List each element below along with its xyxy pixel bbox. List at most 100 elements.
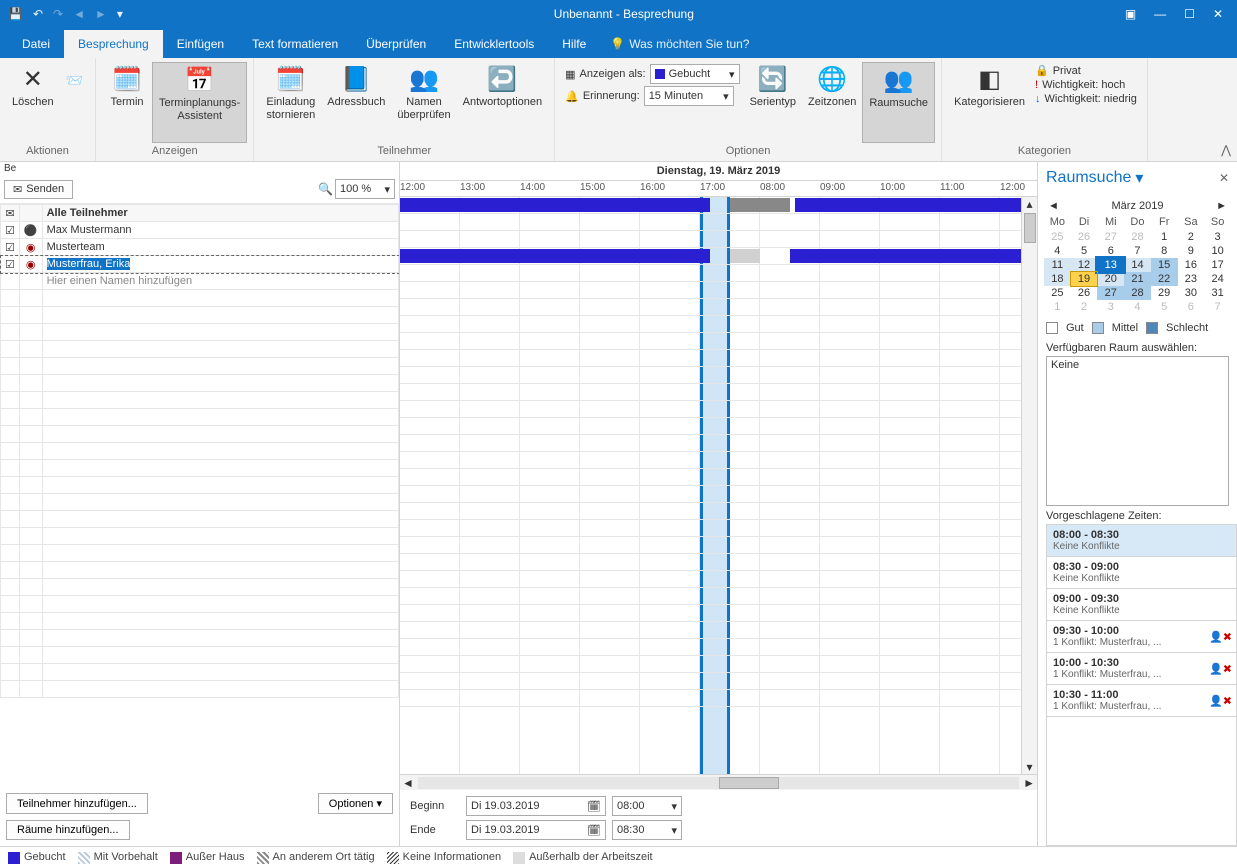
cancel-invite-button[interactable]: 🗓️ Einladung stornieren [260,62,321,143]
suggested-time-item[interactable]: 10:00 - 10:301 Konflikt: Musterfrau, ...… [1047,653,1236,685]
room-list[interactable]: Keine [1046,356,1229,506]
ribbon-display-icon[interactable]: ▣ [1125,7,1136,21]
calendar-day[interactable]: 10 [1204,244,1231,258]
prev-month-icon[interactable]: ◄ [1048,200,1059,212]
attendee-name[interactable]: Max Mustermann [42,222,398,239]
next-month-icon[interactable]: ► [1216,200,1227,212]
zoom-select[interactable]: 100 %▾ [335,179,395,199]
calendar-day[interactable]: 29 [1151,286,1178,300]
check-names-button[interactable]: 👥 Namen überprüfen [391,62,456,143]
begin-time-input[interactable]: 08:00▾ [612,796,682,816]
calendar-day[interactable]: 28 [1124,286,1151,300]
maximize-icon[interactable]: ☐ [1184,7,1195,21]
calendar-day[interactable]: 3 [1097,300,1124,314]
tab-review[interactable]: Überprüfen [352,30,440,58]
mail-icon[interactable]: ✉ [1,205,20,222]
calendar-day[interactable]: 2 [1071,300,1098,314]
hscrollbar[interactable]: ◄ ► [400,774,1037,790]
calendar-day[interactable]: 12 [1071,258,1098,272]
addressbook-button[interactable]: 📘 Adressbuch [321,62,391,143]
attendee-check[interactable]: ☑ [1,239,20,256]
calendar-day[interactable]: 14 [1124,258,1151,272]
calendar-day[interactable]: 1 [1151,230,1178,244]
timezones-button[interactable]: 🌐 Zeitzonen [802,62,862,143]
calendar-day[interactable]: 27 [1097,286,1124,300]
suggested-time-item[interactable]: 08:00 - 08:30Keine Konflikte [1047,525,1236,557]
tellme-field[interactable]: 💡 Was möchten Sie tun? [600,30,759,58]
calendar-day[interactable]: 15 [1151,258,1178,272]
recurrence-button[interactable]: 🔄 Serientyp [744,62,802,143]
end-time-input[interactable]: 08:30▾ [612,820,682,840]
calendar-picker-icon[interactable]: 🗓 [587,800,601,813]
calendar-day[interactable]: 7 [1124,244,1151,258]
close-icon[interactable]: ✕ [1213,7,1223,21]
calendar-day[interactable]: 25 [1044,230,1071,244]
calendar-day[interactable]: 9 [1178,244,1205,258]
calendar-day[interactable]: 21 [1124,272,1151,286]
suggested-time-item[interactable]: 08:30 - 09:00Keine Konflikte [1047,557,1236,589]
tab-meeting[interactable]: Besprechung [64,30,163,58]
schedule-grid[interactable]: ▴▾ [400,197,1037,774]
next-icon[interactable]: ► [95,7,107,21]
redo-icon[interactable]: ↷ [53,7,63,21]
calendar-day[interactable]: 31 [1204,286,1231,300]
calendar-day[interactable]: 4 [1044,244,1071,258]
calendar-day[interactable]: 4 [1124,300,1151,314]
response-options-button[interactable]: ↩️ Antwortoptionen [457,62,549,143]
calendar-day[interactable]: 23 [1178,272,1205,286]
calendar-picker-icon[interactable]: 🗓 [587,824,601,837]
undo-icon[interactable]: ↶ [33,7,43,21]
mini-calendar[interactable]: MoDiMiDoFrSaSo25262728123456789101112131… [1044,214,1231,314]
calendar-day[interactable]: 24 [1204,272,1231,286]
calendar-day[interactable]: 7 [1204,300,1231,314]
calendar-day[interactable]: 27 [1097,230,1124,244]
calendar-day[interactable]: 6 [1178,300,1205,314]
calendar-day[interactable]: 22 [1151,272,1178,286]
calendar-day[interactable]: 28 [1124,230,1151,244]
vscrollbar[interactable]: ▴▾ [1021,197,1037,774]
tab-help[interactable]: Hilfe [548,30,600,58]
attendee-check[interactable]: ☑ [1,222,20,239]
save-icon[interactable]: 💾 [8,7,23,21]
tab-format[interactable]: Text formatieren [238,30,352,58]
begin-date-input[interactable]: Di 19.03.2019🗓 [466,796,606,816]
calendar-day[interactable]: 5 [1071,244,1098,258]
calendar-day[interactable]: 26 [1071,230,1098,244]
delete-button[interactable]: ✕ Löschen [6,62,60,143]
calendar-day[interactable]: 8 [1151,244,1178,258]
showas-select[interactable]: Gebucht▾ [650,64,740,84]
reminder-select[interactable]: 15 Minuten▾ [644,86,734,106]
send-button[interactable]: ✉ Senden [4,180,73,199]
calendar-day[interactable]: 11 [1044,258,1071,272]
calendar-day[interactable]: 1 [1044,300,1071,314]
calendar-day[interactable]: 2 [1178,230,1205,244]
add-rooms-button[interactable]: Räume hinzufügen... [6,820,130,840]
private-toggle[interactable]: 🔒Privat [1035,64,1137,77]
calendar-day[interactable]: 20 [1097,272,1124,286]
scheduling-assistant-button[interactable]: 📅 Terminplanungs- Assistent [152,62,247,143]
calendar-day[interactable]: 3 [1204,230,1231,244]
tab-file[interactable]: Datei [8,30,64,58]
suggested-time-item[interactable]: 09:00 - 09:30Keine Konflikte [1047,589,1236,621]
calendar-day[interactable]: 25 [1044,286,1071,300]
calendar-day[interactable]: 5 [1151,300,1178,314]
minimize-icon[interactable]: — [1154,7,1166,21]
options-button[interactable]: Optionen ▾ [318,793,393,814]
attendee-name[interactable]: Musterteam [42,239,398,256]
roomfinder-close-icon[interactable]: ✕ [1219,171,1229,185]
calendar-day[interactable]: 13 [1097,258,1124,272]
suggested-time-item[interactable]: 09:30 - 10:001 Konflikt: Musterfrau, ...… [1047,621,1236,653]
calendar-day[interactable]: 17 [1204,258,1231,272]
scroll-right-icon[interactable]: ► [1023,776,1035,790]
forward-button[interactable]: 📨 [60,62,89,143]
attendee-name[interactable]: Musterfrau, Erika [42,256,398,273]
ribbon-collapse-icon[interactable]: ⋀ [1221,143,1231,157]
calendar-day[interactable]: 19 [1071,272,1098,286]
zoom-icon[interactable]: 🔍 [318,182,333,196]
suggested-time-item[interactable]: 10:30 - 11:001 Konflikt: Musterfrau, ...… [1047,685,1236,717]
add-name-field[interactable]: Hier einen Namen hinzufügen [42,273,398,290]
add-attendees-button[interactable]: Teilnehmer hinzufügen... [6,793,148,814]
calendar-day[interactable]: 18 [1044,272,1071,286]
appointment-button[interactable]: 🗓️ Termin [102,62,152,143]
calendar-day[interactable]: 6 [1097,244,1124,258]
